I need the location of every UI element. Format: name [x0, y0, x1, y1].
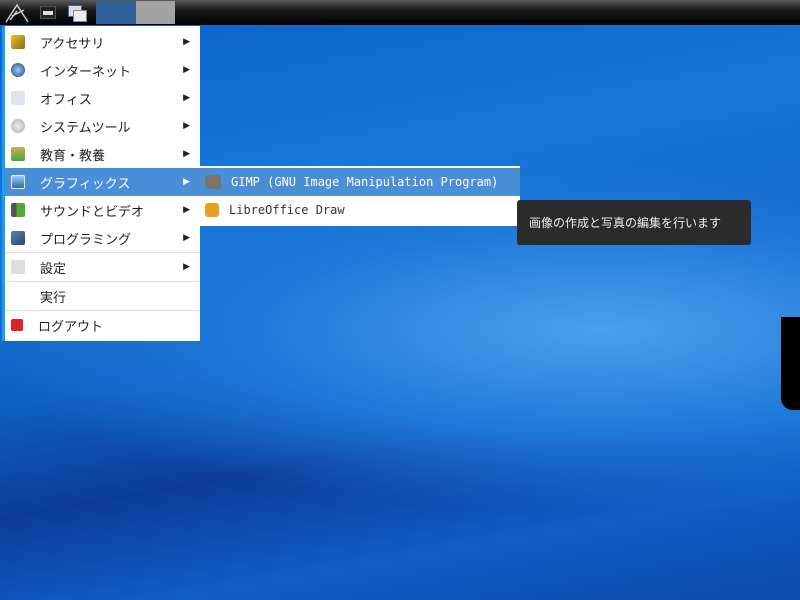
chevron-right-icon: ▶ [183, 262, 190, 272]
menu-item-label: グラフィックス [40, 176, 131, 192]
gear-icon [11, 119, 25, 133]
submenu-item-label: LibreOffice Draw [229, 203, 345, 217]
menu-item-office[interactable]: オフィス ▶ [5, 84, 200, 112]
chevron-right-icon: ▶ [183, 37, 190, 47]
taskbar-window-button-active[interactable] [96, 1, 136, 24]
graphics-icon [11, 175, 25, 189]
show-desktop-icon[interactable] [40, 6, 56, 19]
menu-item-logout[interactable]: ログアウト [5, 311, 200, 339]
chevron-right-icon: ▶ [183, 121, 190, 131]
tooltip: 画像の作成と写真の編集を行います [517, 200, 751, 245]
globe-icon [11, 63, 25, 77]
menu-item-settings[interactable]: 設定 ▶ [5, 253, 200, 281]
libreoffice-draw-icon [205, 203, 219, 217]
menu-item-label: プログラミング [40, 232, 132, 248]
menu-item-sound-video[interactable]: サウンドとビデオ ▶ [5, 196, 200, 224]
blank-icon [11, 289, 25, 303]
menu-item-run[interactable]: 実行 [5, 282, 200, 310]
taskbar [0, 0, 800, 25]
menu-item-label: ログアウト [38, 319, 104, 335]
submenu-item-libreoffice-draw[interactable]: LibreOffice Draw [200, 196, 520, 224]
menu-item-programming[interactable]: プログラミング ▶ [5, 224, 200, 252]
menu-item-label: 実行 [40, 290, 67, 306]
chevron-right-icon: ▶ [183, 93, 190, 103]
menu-item-label: 設定 [40, 261, 67, 277]
menu-item-system-tools[interactable]: システムツール ▶ [5, 112, 200, 140]
chevron-right-icon: ▶ [183, 205, 190, 215]
multimedia-icon [11, 203, 25, 217]
desktop-logo-shape [781, 317, 800, 410]
window-switcher-icon[interactable] [68, 2, 88, 23]
chevron-right-icon: ▶ [183, 233, 190, 243]
menu-item-label: オフィス [40, 92, 92, 108]
chevron-right-icon: ▶ [183, 177, 190, 187]
office-icon [11, 91, 25, 105]
settings-icon [11, 260, 25, 274]
submenu-item-gimp[interactable]: GIMP (GNU Image Manipulation Program) [200, 168, 520, 196]
menu-item-label: 教育・教養 [40, 148, 106, 164]
application-menu: アクセサリ ▶ インターネット ▶ オフィス ▶ システムツール ▶ 教育・教養 ▶ グラ… [2, 26, 200, 341]
menu-item-graphics[interactable]: グラフィックス ▶ [5, 168, 200, 196]
app-menu-logo-icon[interactable] [4, 2, 30, 23]
menu-item-label: インターネット [40, 64, 132, 80]
accessories-icon [11, 35, 25, 49]
logout-icon [11, 319, 23, 331]
taskbar-window-button[interactable] [136, 1, 175, 24]
chevron-right-icon: ▶ [183, 65, 190, 75]
menu-item-label: サウンドとビデオ [40, 204, 145, 220]
menu-item-accessories[interactable]: アクセサリ ▶ [5, 28, 200, 56]
programming-icon [11, 231, 25, 245]
education-icon [11, 147, 25, 161]
menu-item-label: アクセサリ [40, 36, 105, 52]
menu-item-label: システムツール [40, 120, 131, 136]
menu-item-education[interactable]: 教育・教養 ▶ [5, 140, 200, 168]
graphics-submenu: GIMP (GNU Image Manipulation Program) Li… [200, 166, 520, 226]
menu-item-internet[interactable]: インターネット ▶ [5, 56, 200, 84]
gimp-icon [205, 175, 221, 189]
submenu-item-label: GIMP (GNU Image Manipulation Program) [231, 175, 499, 189]
chevron-right-icon: ▶ [183, 149, 190, 159]
